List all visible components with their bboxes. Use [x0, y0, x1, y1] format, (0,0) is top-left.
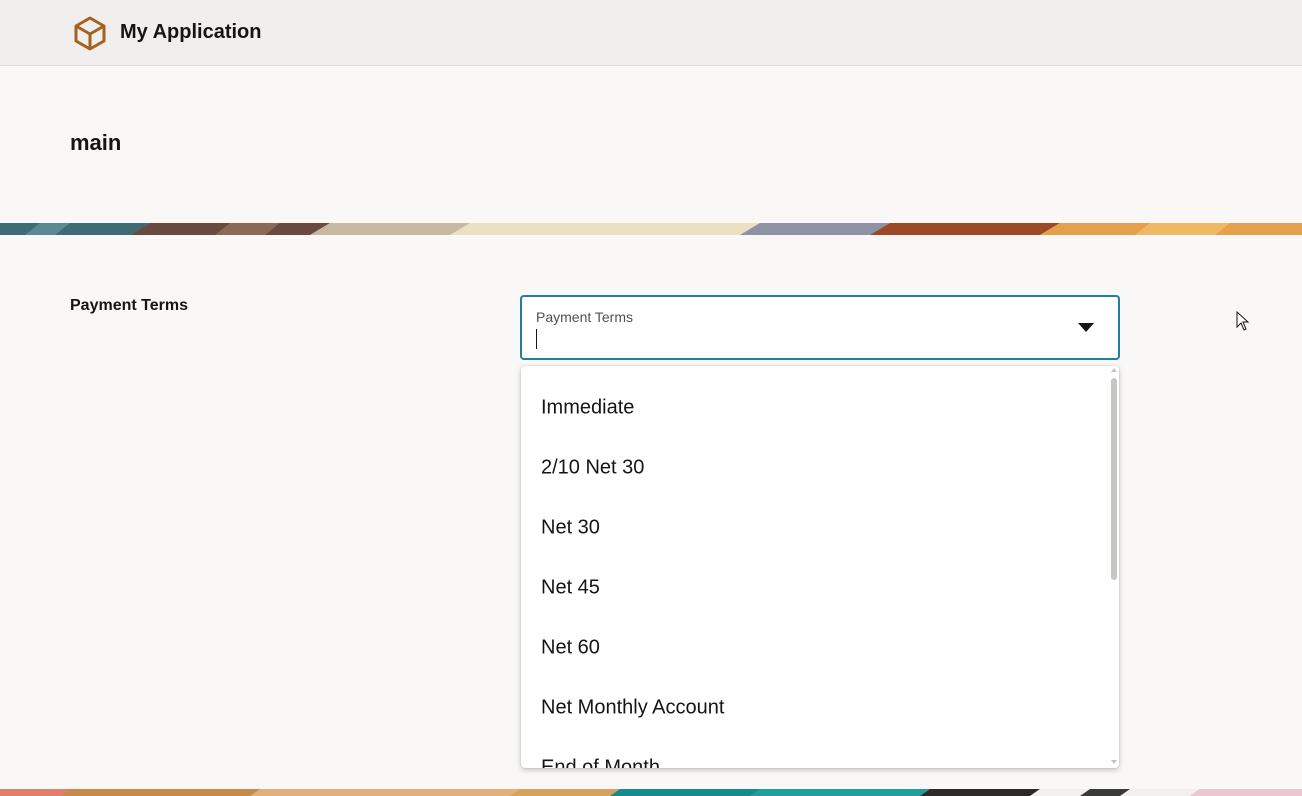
option-label: Net 60 — [541, 636, 600, 659]
option-label: Net Monthly Account — [541, 696, 725, 719]
option-label: Net 45 — [541, 576, 600, 599]
app-header: My Application — [0, 0, 1302, 66]
payment-terms-field-label: Payment Terms — [70, 297, 188, 314]
option-2-10-net-30[interactable]: 2/10 Net 30 — [521, 438, 1109, 498]
option-net-45[interactable]: Net 45 — [521, 558, 1109, 618]
package-box-icon[interactable] — [72, 15, 108, 51]
decorative-banner-bottom — [0, 789, 1302, 796]
option-label: 2/10 Net 30 — [541, 456, 645, 479]
page-title: main — [70, 130, 122, 155]
option-label: Immediate — [541, 396, 635, 419]
listbox-scrollbar[interactable] — [1109, 366, 1119, 768]
option-label: End of Month — [541, 756, 660, 769]
scroll-up-arrow-icon[interactable] — [1111, 368, 1117, 372]
option-net-60[interactable]: Net 60 — [521, 618, 1109, 678]
option-label: Net 30 — [541, 516, 600, 539]
caret-down-icon[interactable] — [1078, 323, 1094, 332]
payment-terms-listbox: Immediate 2/10 Net 30 Net 30 Net 45 Net … — [521, 366, 1119, 768]
decorative-banner-top — [0, 223, 1302, 235]
option-net-30[interactable]: Net 30 — [521, 498, 1109, 558]
option-immediate[interactable]: Immediate — [521, 378, 1109, 438]
payment-terms-combobox[interactable]: Payment Terms — [520, 295, 1120, 360]
scroll-down-arrow-icon[interactable] — [1111, 760, 1117, 764]
text-caret — [536, 329, 537, 349]
mouse-pointer-icon — [1236, 311, 1250, 331]
combobox-floating-label: Payment Terms — [536, 309, 633, 325]
option-end-of-month[interactable]: End of Month — [521, 738, 1109, 769]
option-net-monthly-account[interactable]: Net Monthly Account — [521, 678, 1109, 738]
app-title: My Application — [120, 21, 262, 43]
scrollbar-thumb[interactable] — [1111, 378, 1117, 580]
